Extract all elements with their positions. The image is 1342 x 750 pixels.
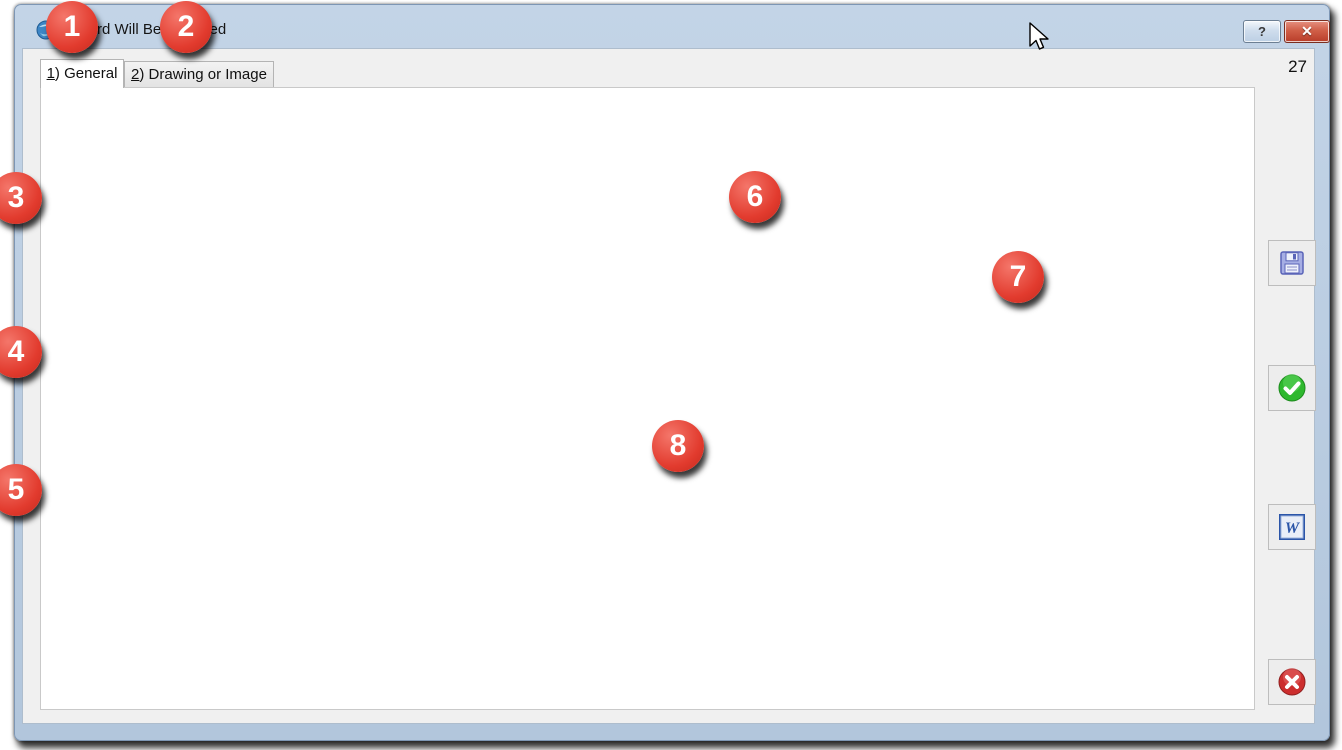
close-icon: ✕ [1301,23,1313,39]
word-document-icon: W [1277,512,1307,542]
save-icon [1278,249,1306,277]
cancel-icon [1277,667,1307,697]
approve-button[interactable] [1268,365,1316,411]
tab-general[interactable]: 1) General [40,59,124,88]
approve-check-icon [1277,373,1307,403]
word-export-button[interactable]: W [1268,504,1316,550]
close-button[interactable]: ✕ [1284,20,1330,43]
callout-badge-1: 1 [46,1,98,53]
callout-badge-2: 2 [160,1,212,53]
callout-badge-6: 6 [729,171,781,223]
mouse-cursor-icon [1028,22,1052,59]
tab-content-panel [40,87,1255,710]
svg-text:W: W [1285,520,1301,537]
help-icon: ? [1258,24,1266,39]
callout-badge-7: 7 [992,251,1044,303]
help-button[interactable]: ? [1243,20,1281,43]
callout-badge-8: 8 [652,420,704,472]
cancel-button[interactable] [1268,659,1316,705]
save-button[interactable] [1268,240,1316,286]
tab-drawing-or-image[interactable]: 2) Drawing or Image [124,61,274,88]
record-counter: 27 [1230,57,1307,77]
